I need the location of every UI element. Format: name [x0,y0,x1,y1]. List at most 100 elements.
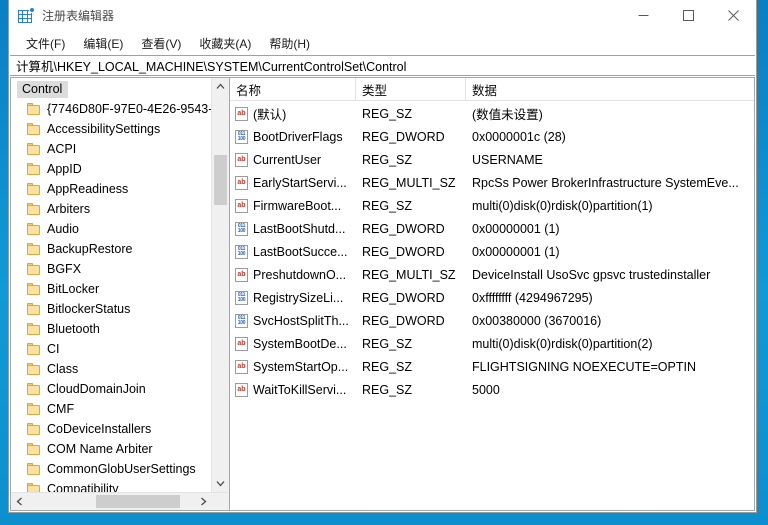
folder-icon [27,283,41,295]
menu-file[interactable]: 文件(F) [17,32,74,55]
table-row[interactable]: RegistrySizeLi... REG_DWORD 0xffffffff (42… [230,286,754,309]
window-title: 注册表编辑器 [42,9,115,23]
table-row[interactable]: FirmwareBoot... REG_SZ multi(0)disk(0)rdis… [230,194,754,217]
table-row[interactable]: EarlyStartServi... REG_MULTI_SZ RpcSs Powe… [230,171,754,194]
tree-item-commonglobusersettings[interactable]: CommonGlobUserSettings [11,459,211,479]
tree-item-appid[interactable]: AppID [11,159,211,179]
column-header-type[interactable]: 类型 [356,78,466,100]
table-row[interactable]: WaitToKillServi... REG_SZ 5000 [230,378,754,401]
tree-item-class[interactable]: Class [11,359,211,379]
table-row[interactable]: SystemBootDe... REG_SZ multi(0)disk(0)rdis… [230,332,754,355]
tree-item-label: {7746D80F-97E0-4E26-9543-26 [47,102,211,116]
scroll-left-icon[interactable] [11,493,28,510]
value-name-text: RegistrySizeLi... [253,290,344,305]
string-value-icon [235,175,248,190]
menu-view[interactable]: 查看(V) [132,32,190,55]
table-row[interactable]: CurrentUser REG_SZ USERNAME [230,148,754,171]
folder-icon [27,363,41,375]
dword-value-icon [235,221,248,236]
value-type-cell: REG_SZ [362,198,413,213]
registry-values-list[interactable]: (默认) REG_SZ (数值未设置) BootDriverFlags REG_DWOR… [230,101,754,510]
column-header-name[interactable]: 名称 [230,78,356,100]
table-row[interactable]: LastBootShutd... REG_DWORD 0x00000001 (1) [230,217,754,240]
tree-item-appreadiness[interactable]: AppReadiness [11,179,211,199]
value-data-cell: 0x00000001 (1) [472,221,560,236]
tree-item-control[interactable]: Control [11,79,211,99]
value-name-cell: WaitToKillServi... [230,382,356,397]
menu-edit[interactable]: 编辑(E) [74,32,132,55]
scroll-up-icon[interactable] [212,78,229,95]
folder-icon [27,203,41,215]
value-data-cell: 0x0000001c (28) [472,129,566,144]
value-name-cell: FirmwareBoot... [230,198,356,213]
minimize-button[interactable] [621,0,666,31]
tree-horizontal-scrollbar[interactable] [11,492,229,510]
tree-item-label: Arbiters [47,202,91,216]
value-name-text: PreshutdownO... [253,267,347,282]
scroll-down-icon[interactable] [212,475,229,492]
value-name-cell: BootDriverFlags [230,129,356,144]
value-name-text: FirmwareBoot... [253,198,342,213]
tree-item-compatibility[interactable]: Compatibility [11,479,211,492]
tree-item-codeviceinstallers[interactable]: CoDeviceInstallers [11,419,211,439]
value-data-cell: (数值未设置) [472,108,543,122]
tree-item-bitlocker[interactable]: BitLocker [11,279,211,299]
value-type-cell: REG_DWORD [362,290,445,305]
tree-item-7746d80f-97e0-4e26-9543-26[interactable]: {7746D80F-97E0-4E26-9543-26 [11,99,211,119]
tree-vscroll-thumb[interactable] [214,155,227,205]
table-row[interactable]: SystemStartOp... REG_SZ FLIGHTSIGNING NOE… [230,355,754,378]
folder-icon [27,303,41,315]
tree-item-label: CloudDomainJoin [47,382,146,396]
value-data-cell: multi(0)disk(0)rdisk(0)partition(1) [472,198,653,213]
tree-item-clouddomainjoin[interactable]: CloudDomainJoin [11,379,211,399]
value-name-text: LastBootSucce... [253,244,348,259]
maximize-button[interactable] [666,0,711,31]
folder-icon [27,483,41,492]
value-type-cell: REG_SZ [362,359,413,374]
tree-item-arbiters[interactable]: Arbiters [11,199,211,219]
tree-item-ci[interactable]: CI [11,339,211,359]
folder-icon [27,403,41,415]
menu-help[interactable]: 帮助(H) [260,32,319,55]
value-name-cell: SvcHostSplitTh... [230,313,356,328]
title-bar[interactable]: 注册表编辑器 [9,0,756,31]
folder-icon [27,103,41,115]
tree-item-cmf[interactable]: CMF [11,399,211,419]
value-data-cell: FLIGHTSIGNING NOEXECUTE=OPTIN [472,359,696,374]
tree-item-com-name-arbiter[interactable]: COM Name Arbiter [11,439,211,459]
tree-hscroll-track[interactable] [28,493,195,510]
table-row[interactable]: BootDriverFlags REG_DWORD 0x0000001c (28) [230,125,754,148]
tree-item-audio[interactable]: Audio [11,219,211,239]
value-name-text: BootDriverFlags [253,129,343,144]
table-row[interactable]: SvcHostSplitTh... REG_DWORD 0x00380000 (36… [230,309,754,332]
dword-value-icon [235,313,248,328]
tree-item-bluetooth[interactable]: Bluetooth [11,319,211,339]
tree-item-backuprestore[interactable]: BackupRestore [11,239,211,259]
registry-tree[interactable]: Control {7746D80F-97E0-4E26-9543-26 Access… [11,78,211,492]
address-bar[interactable]: 计算机\HKEY_LOCAL_MACHINE\SYSTEM\CurrentCon… [10,55,755,76]
value-data-cell: 5000 [472,382,500,397]
value-name-text: (默认) [253,108,287,122]
string-value-icon [235,198,248,213]
tree-item-bgfx[interactable]: BGFX [11,259,211,279]
tree-item-label: CommonGlobUserSettings [47,462,196,476]
folder-icon [27,183,41,195]
tree-item-bitlockerstatus[interactable]: BitlockerStatus [11,299,211,319]
value-name-cell: PreshutdownO... [230,267,356,282]
tree-hscroll-thumb[interactable] [96,495,180,508]
tree-item-acpi[interactable]: ACPI [11,139,211,159]
menu-favorites[interactable]: 收藏夹(A) [190,32,260,55]
tree-vertical-scrollbar[interactable] [211,78,229,492]
column-header-data[interactable]: 数据 [466,78,754,100]
tree-item-label: CMF [47,402,75,416]
tree-vscroll-track[interactable] [212,95,229,475]
string-value-icon [235,267,248,282]
scroll-right-icon[interactable] [195,493,212,510]
close-button[interactable] [711,0,756,31]
value-data-cell: 0x00000001 (1) [472,244,560,259]
table-row[interactable]: (默认) REG_SZ (数值未设置) [230,102,754,125]
table-row[interactable]: LastBootSucce... REG_DWORD 0x00000001 (1) [230,240,754,263]
tree-item-accessibilitysettings[interactable]: AccessibilitySettings [11,119,211,139]
folder-icon [27,423,41,435]
table-row[interactable]: PreshutdownO... REG_MULTI_SZ DeviceInstall… [230,263,754,286]
